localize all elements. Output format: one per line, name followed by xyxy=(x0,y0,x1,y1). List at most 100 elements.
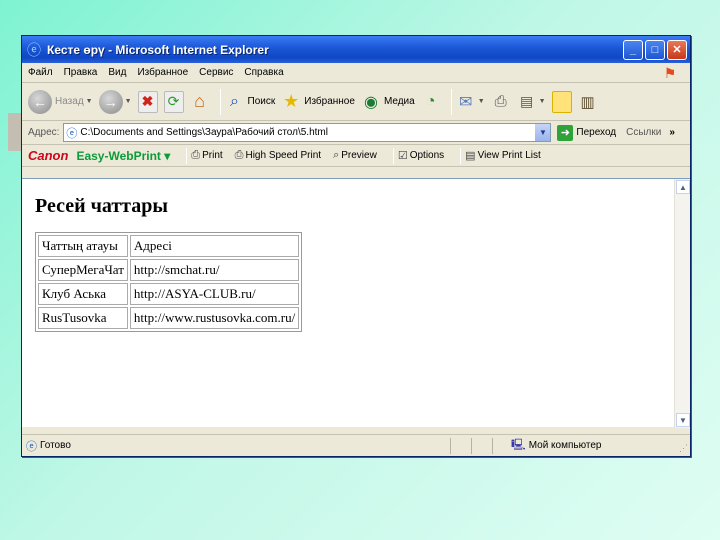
home-button[interactable]: ⌂ xyxy=(190,91,210,113)
forward-arrow-icon: → xyxy=(98,89,123,114)
options-label: Options xyxy=(409,150,445,161)
page-icon: ⓔ xyxy=(26,440,37,453)
table-cell: RusTusovka xyxy=(38,307,128,329)
canon-toolbar: Canon Easy-WebPrint ▾ ⎙ Print ⎙ High Spe… xyxy=(22,145,690,167)
back-button[interactable]: ← Назад ▼ xyxy=(28,89,93,114)
table-cell: http://www.rustusovka.com.ru/ xyxy=(129,307,300,329)
research-button[interactable]: ▥ xyxy=(578,91,598,113)
research-icon: ▥ xyxy=(580,93,595,111)
scroll-down-icon[interactable]: ▼ xyxy=(676,413,690,427)
address-input[interactable]: ⓔ C:\Documents and Settings\Заура\Рабочи… xyxy=(63,123,552,142)
print-button[interactable]: ⎙ xyxy=(491,91,511,113)
chevron-icon[interactable]: » xyxy=(669,127,675,138)
menu-view[interactable]: Вид xyxy=(108,67,126,78)
page-body: Ресей чаттары Чаттың атауы Адресі СуперМ… xyxy=(22,179,674,427)
stop-icon: ✖ xyxy=(137,90,158,113)
dropdown-arrow-icon: ▼ xyxy=(85,98,93,105)
title-bar[interactable]: ⓔ Кесте өрү - Microsoft Internet Explore… xyxy=(22,36,690,63)
preview-icon: ⌕ xyxy=(333,149,340,161)
vertical-scrollbar[interactable]: ▲ ▼ xyxy=(674,179,690,428)
canon-logo: Canon xyxy=(28,148,69,163)
media-button[interactable]: ◉ Медиа xyxy=(361,91,415,113)
search-label: Поиск xyxy=(247,96,276,107)
go-arrow-icon: ➜ xyxy=(557,124,574,141)
table-header-cell: Адресі xyxy=(129,235,300,257)
address-value: C:\Documents and Settings\Заура\Рабочий … xyxy=(80,127,328,138)
resize-grip-icon[interactable]: ⋰ xyxy=(679,443,688,454)
printer-icon: ⎙ xyxy=(191,149,201,161)
back-arrow-icon: ← xyxy=(28,89,52,114)
edit-page-icon: ▤ xyxy=(520,93,534,109)
security-zone: 🖳 Мой компьютер xyxy=(511,436,601,455)
status-separator xyxy=(492,437,493,454)
table-cell: СуперМегаЧат xyxy=(38,259,128,281)
table-header-cell: Чаттың атауы xyxy=(38,235,128,257)
links-button[interactable]: Ссылки » xyxy=(626,127,675,138)
menu-file[interactable]: Файл xyxy=(28,67,53,78)
media-label: Медиа xyxy=(383,96,415,107)
status-text: Готово xyxy=(40,440,71,451)
note-icon xyxy=(551,90,572,113)
status-separator xyxy=(471,437,472,454)
ie-window: ⓔ Кесте өрү - Microsoft Internet Explore… xyxy=(21,35,691,457)
view-print-list-label: View Print List xyxy=(477,150,541,161)
home-icon: ⌂ xyxy=(194,91,205,111)
close-button[interactable]: ✕ xyxy=(667,39,687,60)
menu-edit[interactable]: Правка xyxy=(64,67,98,78)
globe-icon: ◉ xyxy=(363,93,378,111)
mail-button[interactable]: ✉ ▼ xyxy=(456,91,485,113)
status-bar: ⓔ Готово 🖳 Мой компьютер ⋰ xyxy=(22,434,690,456)
menu-help[interactable]: Справка xyxy=(244,67,283,78)
go-button[interactable]: ➜ Переход xyxy=(557,124,617,141)
toolbar-separator xyxy=(392,147,394,164)
page-content: Ресей чаттары Чаттың атауы Адресі СуперМ… xyxy=(22,178,690,428)
status-separator xyxy=(450,437,451,454)
table-cell: Клуб Аська xyxy=(38,283,128,305)
table-cell: http://smchat.ru/ xyxy=(129,259,300,281)
mail-icon: ✉ xyxy=(459,93,473,111)
menu-tools[interactable]: Сервис xyxy=(199,67,233,78)
minimize-button[interactable]: _ xyxy=(623,39,643,60)
options-button[interactable]: ☑ Options xyxy=(398,149,444,162)
star-icon: ★ xyxy=(283,91,300,111)
history-button[interactable]: ◔ xyxy=(421,91,441,113)
favorites-button[interactable]: ★ Избранное xyxy=(281,91,355,113)
chat-table: Чаттың атауы Адресі СуперМегаЧат http://… xyxy=(35,232,303,332)
stop-button[interactable]: ✖ xyxy=(137,90,158,113)
toolbar-separator xyxy=(460,147,462,164)
menu-favorites[interactable]: Избранное xyxy=(137,67,188,78)
forward-button[interactable]: → ▼ xyxy=(98,89,132,114)
dropdown-arrow-icon: ▼ xyxy=(477,98,485,105)
computer-icon: 🖳 xyxy=(511,439,526,451)
toolbar-separator xyxy=(186,147,188,164)
preview-button[interactable]: ⌕ Preview xyxy=(333,149,377,162)
high-speed-print-button[interactable]: ⎙ High Speed Print xyxy=(235,149,321,162)
canon-print-button[interactable]: ⎙ Print xyxy=(191,149,222,162)
notes-button[interactable] xyxy=(551,90,572,113)
easy-webprint-menu[interactable]: Easy-WebPrint ▾ xyxy=(76,149,170,163)
high-speed-print-label: High Speed Print xyxy=(245,150,322,161)
zone-label: Мой компьютер xyxy=(528,440,602,451)
table-row: СуперМегаЧат http://smchat.ru/ xyxy=(38,259,300,281)
toolbar-separator xyxy=(219,88,221,115)
maximize-button[interactable]: □ xyxy=(645,39,665,60)
windows-flag-icon: ⚑ xyxy=(663,65,677,81)
print-label: Print xyxy=(202,150,223,161)
view-print-list-button[interactable]: ▤ View Print List xyxy=(465,149,541,162)
scroll-up-icon[interactable]: ▲ xyxy=(676,180,690,194)
edit-button[interactable]: ▤ ▼ xyxy=(517,91,546,113)
table-row: Клуб Аська http://ASYA-CLUB.ru/ xyxy=(38,283,300,305)
list-icon: ▤ xyxy=(465,150,476,162)
menu-bar: Файл Правка Вид Избранное Сервис Справка… xyxy=(22,63,690,83)
address-label: Адрес: xyxy=(28,127,60,138)
toolbar-separator xyxy=(450,88,452,115)
search-icon: ⌕ xyxy=(230,92,240,110)
refresh-icon: ⟳ xyxy=(163,90,184,113)
address-bar: Адрес: ⓔ C:\Documents and Settings\Заура… xyxy=(22,121,690,145)
address-dropdown-icon[interactable]: ▼ xyxy=(535,124,551,141)
go-label: Переход xyxy=(576,127,617,138)
search-button[interactable]: ⌕ Поиск xyxy=(225,91,276,113)
window-title: Кесте өрү - Microsoft Internet Explorer xyxy=(47,42,269,57)
refresh-button[interactable]: ⟳ xyxy=(163,90,184,113)
options-icon: ☑ xyxy=(397,150,408,162)
